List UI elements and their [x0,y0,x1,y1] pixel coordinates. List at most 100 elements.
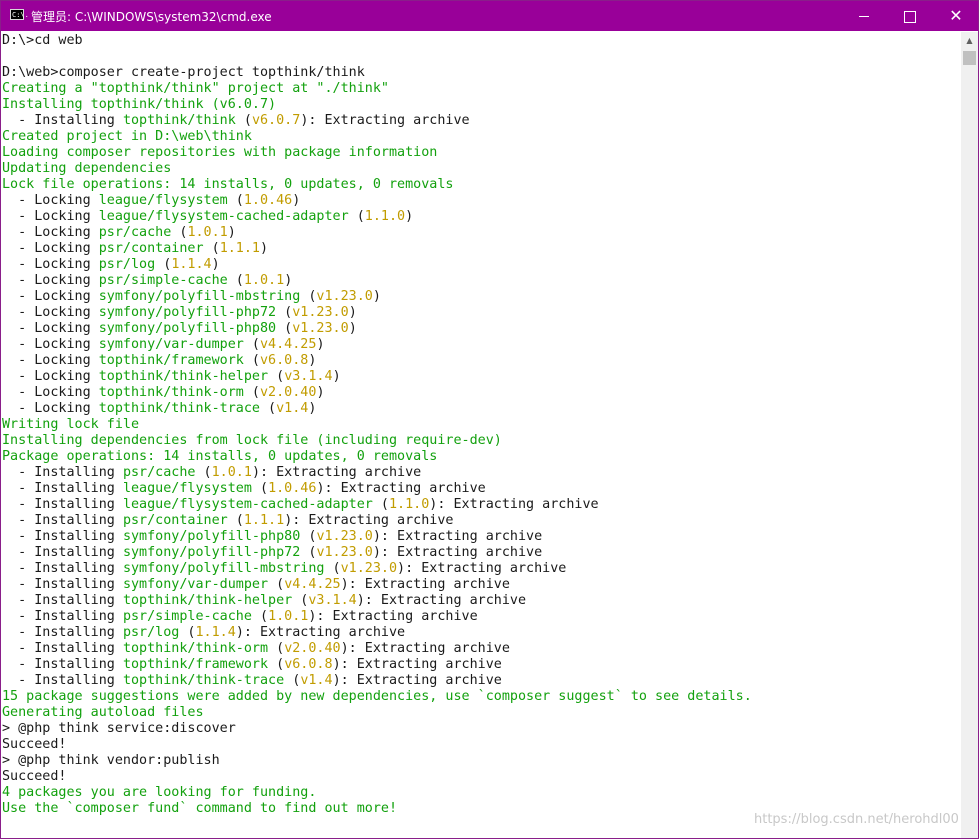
console-text: symfony/polyfill-mbstring [98,289,301,304]
window-title: 管理员: C:\WINDOWS\system32\cmd.exe [31,10,272,24]
console-text: 1.0.46 [268,481,317,496]
console-text: - Installing [2,513,123,528]
console-text: - Installing [2,641,123,656]
console-text: - Installing [2,545,123,560]
console-line: Succeed! [2,769,67,785]
console-text: psr/log [98,257,156,272]
console-text: - Locking [2,209,99,224]
console-line: > @php think service:discover [2,721,236,737]
console-line: - Installing topthink/think-helper (v3.1… [2,593,526,609]
maximize-button[interactable] [887,1,933,31]
console-line: - Installing psr/cache (1.0.1): Extracti… [2,465,421,481]
console-line: - Locking topthink/think-helper (v3.1.4) [2,369,341,385]
console-text: ( [268,577,285,592]
console-line: - Locking symfony/polyfill-php80 (v1.23.… [2,321,357,337]
maximize-icon [904,10,916,23]
console-text: ( [324,561,341,576]
console-text: ( [300,545,317,560]
console-line: - Locking symfony/polyfill-php72 (v1.23.… [2,305,357,321]
console-text: ( [243,353,260,368]
console-text: D:\web>composer create-project topthink/… [2,65,365,80]
console-line: - Installing topthink/think-orm (v2.0.40… [2,641,510,657]
console-text: v6.0.8 [284,657,333,672]
console-text: ) [316,337,325,352]
console-text: - Installing [2,561,123,576]
title-bar[interactable]: C:\. 管理员: C:\WINDOWS\system32\cmd.exe ✕ [1,1,978,31]
console-text: ): Extracting archive [372,545,543,560]
console-text: 1.1.4 [171,257,212,272]
console-text: - Locking [2,257,99,272]
console-text: ( [300,289,317,304]
console-line: - Installing psr/simple-cache (1.0.1): E… [2,609,478,625]
console-text: topthink/think-trace [98,401,260,416]
console-text: - Installing [2,593,123,608]
minimize-icon [859,16,869,17]
console-line: - Installing psr/log (1.1.4): Extracting… [2,625,405,641]
console-text: topthink/think [122,113,236,128]
console-line: > @php think vendor:publish [2,753,220,769]
console-line: 15 package suggestions were added by new… [2,689,752,705]
console-text: - Locking [2,337,99,352]
console-text: psr/simple-cache [98,273,228,288]
console-text: league/flysystem [98,193,228,208]
console-text: ( [243,337,260,352]
console-text: - Locking [2,241,99,256]
console-text: > @php think vendor:publish [2,753,220,768]
console-text: - Locking [2,225,99,240]
console-text: ( [171,225,188,240]
console-line: - Installing symfony/polyfill-php80 (v1.… [2,529,542,545]
console-line: Generating autoload files [2,705,204,721]
console-text: topthink/think-orm [122,641,269,656]
console-line: Succeed! [2,737,67,753]
console-text: ) [308,353,317,368]
console-text: - Locking [2,401,99,416]
console-text: Writing lock file [2,417,140,432]
console-line: - Locking league/flysystem (1.0.46) [2,193,300,209]
console-text: ( [268,369,285,384]
console-text: v2.0.40 [260,385,317,400]
console-text: - Installing [2,625,123,640]
console-line: Creating a "topthink/think" project at "… [2,81,389,97]
console-text: ): Extracting archive [397,561,567,576]
console-text: ( [227,273,244,288]
console-line: - Locking topthink/framework (v6.0.8) [2,353,316,369]
console-text: ): Extracting archive [340,577,510,592]
console-text: Updating dependencies [2,161,172,176]
console-text: ) [372,289,381,304]
console-text: Succeed! [2,769,67,784]
console-text: - Installing [2,529,123,544]
vertical-scrollbar[interactable]: ▲ [961,32,978,838]
scroll-up-icon[interactable]: ▲ [961,32,978,49]
console-line: - Locking psr/simple-cache (1.0.1) [2,273,292,289]
console-text: 4 packages you are looking for funding. [2,785,317,800]
close-button[interactable]: ✕ [933,1,978,31]
console-text: ): Extracting archive [429,497,599,512]
console-line: 4 packages you are looking for funding. [2,785,316,801]
console-text: ): Extracting archive [356,593,527,608]
console-text: D:\>cd web [2,33,83,48]
console-text: ( [235,113,252,128]
console-text: v1.4 [276,401,309,416]
console-text: league/flysystem [122,481,252,496]
console-line: - Installing symfony/var-dumper (v4.4.25… [2,577,510,593]
console-text: ( [268,657,285,672]
console-text: > @php think service:discover [2,721,236,736]
console-text: - Installing [2,481,123,496]
console-text: symfony/polyfill-php72 [98,305,277,320]
console-text: psr/cache [98,225,172,240]
console-line: D:\>cd web [2,33,83,49]
minimize-button[interactable] [841,1,887,31]
console-text: - Locking [2,369,99,384]
console-text: ): Extracting archive [300,113,470,128]
console-text: symfony/var-dumper [98,337,244,352]
console-text: - Installing [2,497,123,512]
console-icon[interactable]: C:\. [10,9,29,20]
console-line: - Installing topthink/think (v6.0.7): Ex… [2,113,470,129]
console-output[interactable]: D:\>cd web D:\web>composer create-project… [1,32,961,838]
scroll-thumb[interactable] [963,51,976,65]
console-text: ) [284,273,293,288]
console-text: - Installing [2,465,123,480]
console-text: symfony/var-dumper [122,577,269,592]
console-text: v2.0.40 [284,641,341,656]
console-text: ( [260,401,277,416]
